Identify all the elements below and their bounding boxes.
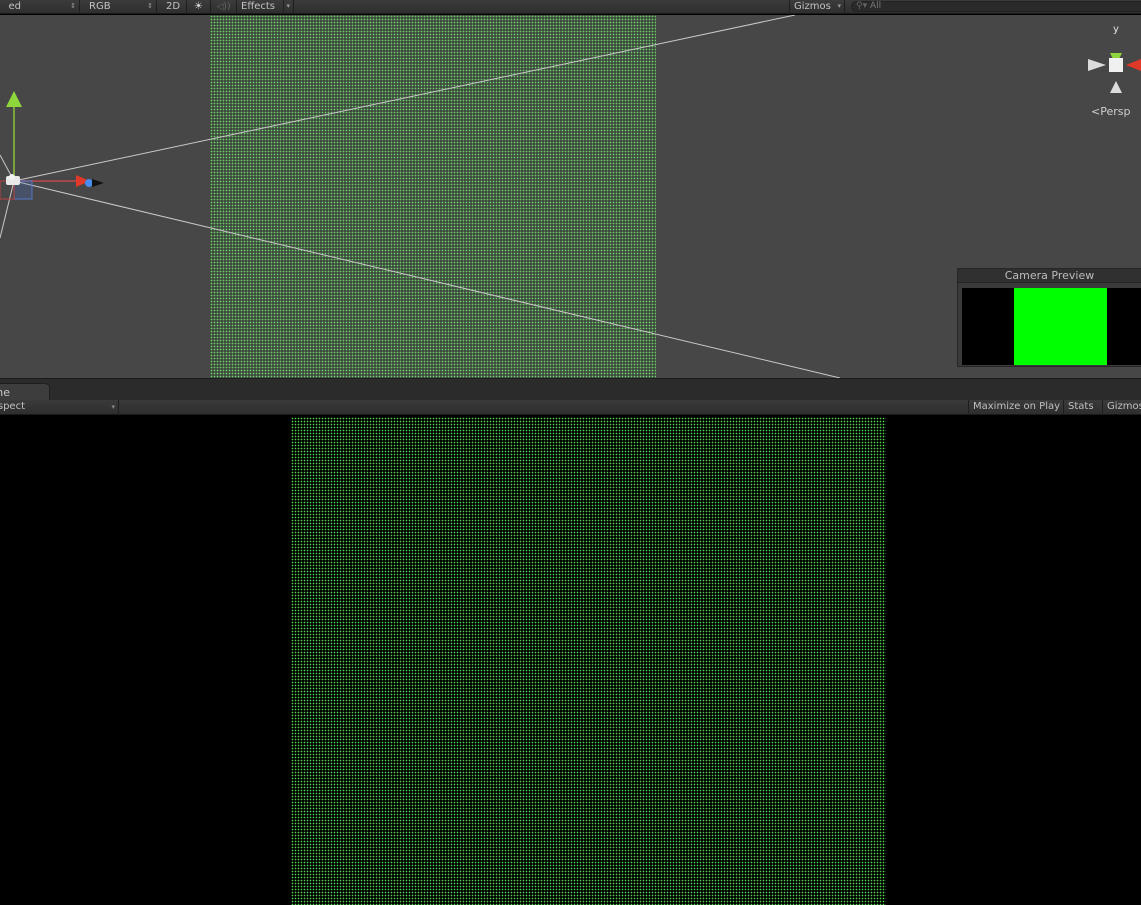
draw-mode-label: ed	[8, 1, 22, 12]
camera-direction-icon	[92, 179, 104, 187]
persp-chevron-icon: <	[1091, 105, 1101, 118]
effects-label: Effects	[241, 1, 275, 12]
scene-view[interactable]: y <Persp Camera Preview	[0, 15, 1141, 378]
maximize-on-play-label: Maximize on Play	[973, 401, 1061, 412]
aspect-ratio-label: Free Aspect	[0, 401, 25, 412]
audio-toggle-button[interactable]: ◁))	[211, 0, 237, 14]
y-axis-arrow-icon[interactable]	[6, 91, 22, 107]
orientation-gizmo[interactable]: y	[1088, 24, 1141, 93]
gizmo-neg-x-cone-icon[interactable]	[1088, 59, 1106, 71]
game-toolbar: Free Aspect ▾ Maximize on Play Stats Giz…	[0, 400, 1141, 415]
aspect-ratio-dropdown[interactable]: Free Aspect ▾	[0, 400, 119, 415]
lighting-toggle-button[interactable]: ☀	[187, 0, 211, 14]
maximize-on-play-button[interactable]: Maximize on Play	[968, 400, 1063, 415]
gizmo-x-cone-icon[interactable]	[1126, 59, 1141, 71]
camera-preview-title: Camera Preview	[958, 269, 1141, 283]
camera-icon-lens	[9, 174, 15, 180]
camera-preview-panel: Camera Preview	[957, 268, 1141, 367]
game-view[interactable]	[0, 416, 1141, 905]
render-mode-label: RGB	[89, 1, 111, 12]
gizmo-y-label: y	[1113, 24, 1119, 35]
chevron-down-icon: ▾	[283, 0, 290, 13]
move-gizmo[interactable]	[0, 91, 104, 200]
speaker-icon: ◁))	[216, 2, 231, 12]
frustum-line-top	[13, 15, 796, 182]
persp-label: Persp	[1100, 105, 1131, 118]
chevron-down-icon: ▾	[111, 403, 115, 411]
frustum-line-left-bottom	[0, 180, 15, 239]
updown-arrow-icon: ⇕	[147, 2, 153, 10]
toggle-2d-button[interactable]: 2D	[162, 0, 187, 14]
updown-arrow-icon: ⇕	[70, 2, 76, 10]
tab-game[interactable]: Game	[0, 383, 50, 401]
draw-mode-dropdown[interactable]: ed ⇕	[0, 0, 80, 14]
gizmo-neg-y-cone-icon[interactable]	[1110, 81, 1122, 93]
scene-gizmos-label: Gizmos	[794, 1, 831, 12]
stats-button[interactable]: Stats	[1063, 400, 1102, 415]
z-axis-handle-icon[interactable]	[85, 179, 93, 187]
game-tab-bar: Game	[0, 378, 1141, 401]
hierarchy-search-input[interactable]: ⚲▾ All	[851, 1, 1141, 12]
search-placeholder: All	[869, 1, 882, 11]
sun-icon: ☀	[194, 1, 203, 12]
camera-preview-image	[962, 288, 1141, 365]
chevron-down-icon: ▾	[837, 2, 841, 10]
toggle-2d-label: 2D	[166, 1, 181, 12]
effects-dropdown[interactable]: Effects ▾	[237, 0, 294, 14]
search-icon: ⚲▾	[856, 1, 868, 11]
game-point-grid	[291, 417, 886, 905]
camera-preview-object	[1014, 288, 1107, 365]
frustum-line-bottom	[13, 180, 841, 378]
render-mode-dropdown[interactable]: RGB ⇕	[85, 0, 157, 14]
gizmo-center-cube-icon[interactable]	[1109, 58, 1123, 72]
stats-label: Stats	[1068, 401, 1094, 412]
game-gizmos-label: Gizmos	[1107, 401, 1141, 412]
tab-game-label: Game	[0, 386, 10, 399]
scene-toolbar: ed ⇕ RGB ⇕ 2D ☀ ◁)) Effects ▾ Gizmos ▾ ⚲…	[0, 0, 1141, 14]
scene-gizmos-dropdown[interactable]: Gizmos ▾	[789, 0, 845, 14]
game-gizmos-button[interactable]: Gizmos	[1102, 400, 1141, 415]
projection-toggle[interactable]: <Persp	[1091, 105, 1130, 118]
